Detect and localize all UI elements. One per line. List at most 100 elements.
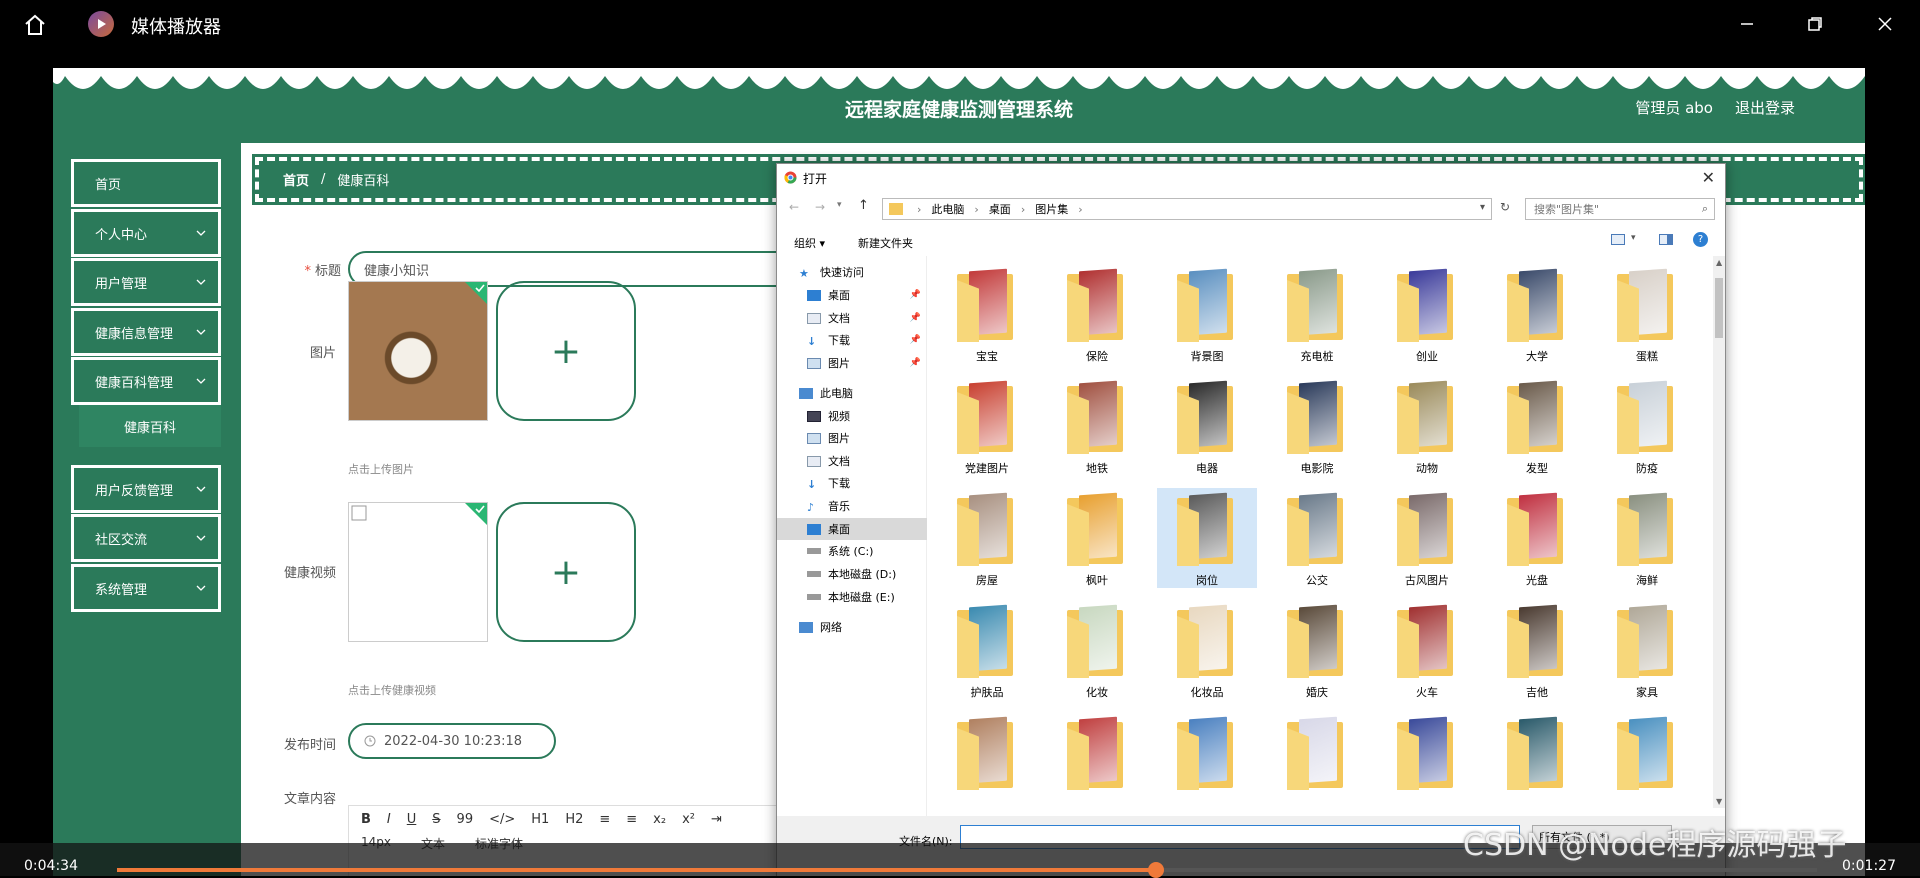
quote-button[interactable]: 99 [457, 812, 474, 827]
h2-button[interactable]: H2 [565, 812, 583, 827]
folder-item[interactable]: 房屋 [937, 488, 1037, 588]
folder-item[interactable]: 护肤品 [937, 600, 1037, 700]
forward-arrow-icon[interactable]: → [815, 200, 825, 214]
preview-pane-icon[interactable] [1659, 234, 1673, 245]
nav-item-music[interactable]: ♪ 音乐 [777, 495, 927, 517]
menu-item-feedback[interactable]: 用户反馈管理 [71, 465, 221, 513]
view-options-icon[interactable] [1611, 234, 1625, 245]
image-upload-button[interactable]: + [496, 281, 636, 421]
folder-item[interactable] [1267, 712, 1367, 808]
seek-bar[interactable] [117, 862, 1817, 878]
uploaded-image-thumbnail[interactable] [348, 281, 488, 421]
home-icon[interactable] [20, 10, 50, 40]
folder-item[interactable] [1597, 712, 1697, 808]
folder-item[interactable]: 海鲜 [1597, 488, 1697, 588]
scrollbar-thumb[interactable] [1715, 278, 1723, 338]
code-button[interactable]: </> [489, 812, 515, 827]
back-arrow-icon[interactable]: ← [789, 200, 799, 214]
folder-item[interactable]: 火车 [1377, 600, 1477, 700]
folder-item[interactable]: 充电桩 [1267, 264, 1367, 364]
scroll-down-icon[interactable]: ▼ [1716, 797, 1722, 806]
folder-item[interactable]: 保险 [1047, 264, 1147, 364]
indent-button[interactable]: ⇥ [711, 812, 722, 827]
up-arrow-icon[interactable]: ↑ [858, 198, 869, 213]
address-bar[interactable]: › 此电脑 › 桌面 › 图片集 › ▾ [882, 198, 1492, 220]
folder-item[interactable] [1047, 712, 1147, 808]
view-dropdown-icon[interactable]: ▾ [1631, 233, 1636, 243]
nav-item-videos[interactable]: 视频 [777, 405, 927, 427]
folder-item[interactable]: 电器 [1157, 376, 1257, 476]
video-upload-button[interactable]: + [496, 502, 636, 642]
folder-item[interactable] [1487, 712, 1587, 808]
underline-button[interactable]: U [407, 812, 417, 827]
scrollbar[interactable]: ▲ ▼ [1713, 256, 1725, 808]
nav-item-drive-e[interactable]: 本地磁盘 (E:) [777, 586, 927, 608]
folder-item[interactable]: 创业 [1377, 264, 1477, 364]
italic-button[interactable]: I [387, 812, 391, 827]
folder-item[interactable]: 化妆 [1047, 600, 1147, 700]
folder-item[interactable]: 光盘 [1487, 488, 1587, 588]
folder-item[interactable]: 地铁 [1047, 376, 1147, 476]
logout-link[interactable]: 退出登录 [1735, 97, 1795, 118]
folder-item[interactable]: 枫叶 [1047, 488, 1147, 588]
publish-time-input[interactable]: 2022-04-30 10:23:18 [348, 723, 556, 759]
submenu-item-health-wiki[interactable]: 健康百科 [79, 405, 221, 447]
strike-button[interactable]: S [432, 812, 440, 827]
folder-item[interactable]: 党建图片 [937, 376, 1037, 476]
nav-item-quick-access[interactable]: ★ 快速访问 [777, 261, 927, 283]
folder-item[interactable]: 蛋糕 [1597, 264, 1697, 364]
nav-item-documents-pc[interactable]: 文档 [777, 450, 927, 472]
folder-item[interactable]: 古风图片 [1377, 488, 1477, 588]
folder-item[interactable]: 动物 [1377, 376, 1477, 476]
h1-button[interactable]: H1 [531, 812, 549, 827]
folder-item[interactable]: 化妆品 [1157, 600, 1257, 700]
folder-item[interactable]: 防疫 [1597, 376, 1697, 476]
nav-item-downloads[interactable]: ↓ 下载 📌 [777, 329, 927, 351]
nav-item-drive-d[interactable]: 本地磁盘 (D:) [777, 563, 927, 585]
nav-item-desktop-pc[interactable]: 桌面 [777, 518, 927, 540]
superscript-button[interactable]: x² [682, 812, 695, 827]
folder-item[interactable]: 岗位 [1157, 488, 1257, 588]
menu-item-community[interactable]: 社区交流 [71, 514, 221, 562]
folder-item[interactable] [1377, 712, 1477, 808]
folder-item[interactable]: 吉他 [1487, 600, 1587, 700]
path-segment[interactable]: 此电脑 [931, 201, 964, 217]
bullet-list-button[interactable]: ≡ [626, 812, 637, 827]
ordered-list-button[interactable]: ≡ [599, 812, 610, 827]
nav-item-downloads-pc[interactable]: ↓ 下载 [777, 472, 927, 494]
address-dropdown-icon[interactable]: ▾ [1480, 202, 1485, 213]
uploaded-video-thumbnail[interactable] [348, 502, 488, 642]
nav-item-pictures-pc[interactable]: 图片 [777, 427, 927, 449]
folder-item[interactable] [937, 712, 1037, 808]
dialog-close-icon[interactable]: ✕ [1702, 168, 1715, 187]
recent-chevron-icon[interactable]: ▾ [837, 200, 842, 210]
menu-item-users[interactable]: 用户管理 [71, 258, 221, 306]
nav-item-documents[interactable]: 文档 📌 [777, 307, 927, 329]
folder-item[interactable]: 发型 [1487, 376, 1587, 476]
nav-item-network[interactable]: 网络 [777, 616, 927, 638]
menu-item-personal[interactable]: 个人中心 [71, 209, 221, 257]
scroll-up-icon[interactable]: ▲ [1716, 258, 1722, 267]
bold-button[interactable]: B [361, 812, 371, 827]
folder-item[interactable]: 家具 [1597, 600, 1697, 700]
new-folder-button[interactable]: 新建文件夹 [858, 235, 913, 251]
folder-item[interactable]: 电影院 [1267, 376, 1367, 476]
nav-item-this-pc[interactable]: 此电脑 [777, 382, 927, 404]
folder-item[interactable]: 背景图 [1157, 264, 1257, 364]
search-input[interactable]: 搜索"图片集" ⌕ [1525, 198, 1715, 220]
folder-item[interactable]: 公交 [1267, 488, 1367, 588]
help-icon[interactable]: ? [1693, 232, 1708, 247]
folder-item[interactable]: 宝宝 [937, 264, 1037, 364]
nav-item-drive-c[interactable]: 系统 (C:) [777, 540, 927, 562]
folder-item[interactable]: 婚庆 [1267, 600, 1367, 700]
nav-item-desktop[interactable]: 桌面 📌 [777, 284, 927, 306]
path-segment[interactable]: 桌面 [989, 201, 1011, 217]
path-segment[interactable]: 图片集 [1035, 201, 1068, 217]
close-icon[interactable] [1870, 10, 1900, 38]
menu-item-health-wiki[interactable]: 健康百科管理 [71, 357, 221, 405]
breadcrumb-home[interactable]: 首页 [283, 170, 309, 189]
minimize-icon[interactable] [1732, 10, 1762, 38]
nav-item-pictures[interactable]: 图片 📌 [777, 352, 927, 374]
refresh-icon[interactable]: ↻ [1500, 200, 1510, 214]
folder-item[interactable] [1157, 712, 1257, 808]
